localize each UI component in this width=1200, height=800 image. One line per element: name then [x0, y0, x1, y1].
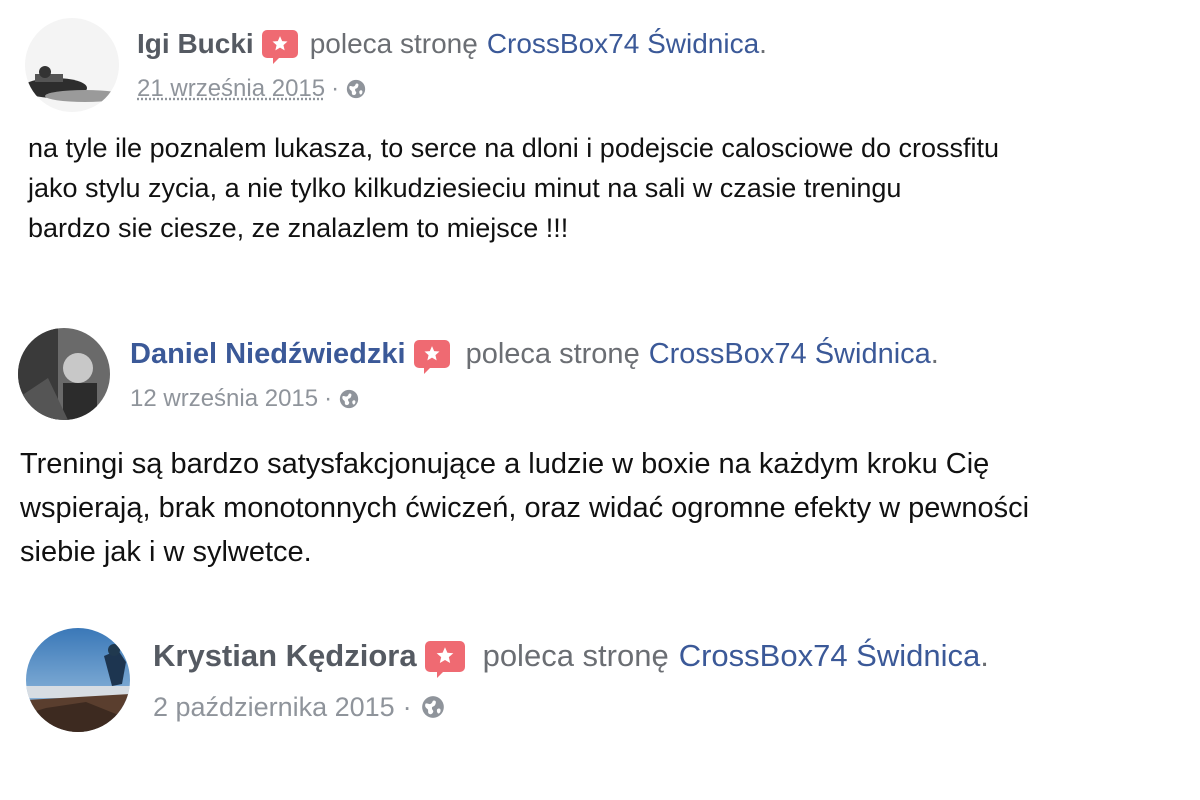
globe-icon[interactable]	[345, 78, 367, 100]
author-name[interactable]: Daniel Niedźwiedzki	[130, 338, 406, 371]
review-text-line: bardzo sie ciesze, ze znalazlem to miejs…	[28, 213, 569, 243]
review-text-line: wspierają, brak monotonnych ćwiczeń, ora…	[20, 492, 1030, 524]
star-recommendation-icon	[413, 340, 450, 374]
avatar-photo	[18, 328, 110, 420]
sentence-period: .	[980, 638, 989, 673]
page-link[interactable]: CrossBox74 Świdnica	[487, 28, 759, 60]
review-date[interactable]: 12 września 2015	[130, 385, 318, 413]
author-name[interactable]: Igi Bucki	[137, 28, 254, 60]
review-text-line: Treningi są bardzo satysfakcjonujące a l…	[20, 448, 990, 480]
page-link[interactable]: CrossBox74 Świdnica	[649, 338, 931, 371]
review-header: Krystian Kędziora poleca stronę CrossBox…	[153, 636, 989, 678]
globe-icon[interactable]	[420, 694, 446, 720]
avatar[interactable]	[25, 18, 119, 112]
meta-separator: ·	[402, 691, 412, 722]
sentence-period: .	[930, 337, 939, 370]
review-meta: 2 października 2015 ·	[153, 690, 446, 724]
review-card: Krystian Kędziora poleca stronę CrossBox…	[0, 610, 1200, 790]
review-text: Treningi są bardzo satysfakcjonujące a l…	[20, 442, 1029, 574]
review-card: Igi Bucki poleca stronę CrossBox74 Świdn…	[0, 0, 1200, 290]
avatar[interactable]	[18, 328, 110, 420]
page-link[interactable]: CrossBox74 Świdnica	[679, 638, 981, 674]
avatar-photo	[26, 628, 130, 732]
review-text-line: siebie jak i w sylwetce.	[20, 536, 312, 568]
star-recommendation-icon	[261, 30, 298, 64]
author-name[interactable]: Krystian Kędziora	[153, 638, 417, 674]
meta-separator: ·	[331, 75, 340, 102]
star-recommendation-icon	[424, 640, 465, 678]
sentence-period: .	[759, 28, 767, 59]
review-meta: 21 września 2015 ·	[137, 74, 367, 104]
review-date[interactable]: 2 października 2015	[153, 692, 395, 723]
review-header: Igi Bucki poleca stronę CrossBox74 Świdn…	[137, 26, 767, 64]
review-meta: 12 września 2015 ·	[130, 384, 360, 414]
review-header: Daniel Niedźwiedzki poleca stronę CrossB…	[130, 336, 939, 374]
recommends-label: poleca stronę	[309, 28, 478, 59]
globe-icon[interactable]	[338, 388, 360, 410]
review-card: Daniel Niedźwiedzki poleca stronę CrossB…	[0, 300, 1200, 600]
review-date[interactable]: 21 września 2015	[137, 75, 325, 103]
meta-separator: ·	[324, 385, 333, 412]
avatar-photo	[25, 18, 119, 112]
avatar[interactable]	[26, 628, 130, 732]
review-text-line: na tyle ile poznalem lukasza, to serce n…	[28, 133, 1000, 163]
review-text: na tyle ile poznalem lukasza, to serce n…	[28, 128, 999, 248]
recommends-label: poleca stronę	[465, 337, 640, 370]
recommends-label: poleca stronę	[482, 638, 669, 673]
review-text-line: jako stylu zycia, a nie tylko kilkudzies…	[28, 173, 902, 203]
